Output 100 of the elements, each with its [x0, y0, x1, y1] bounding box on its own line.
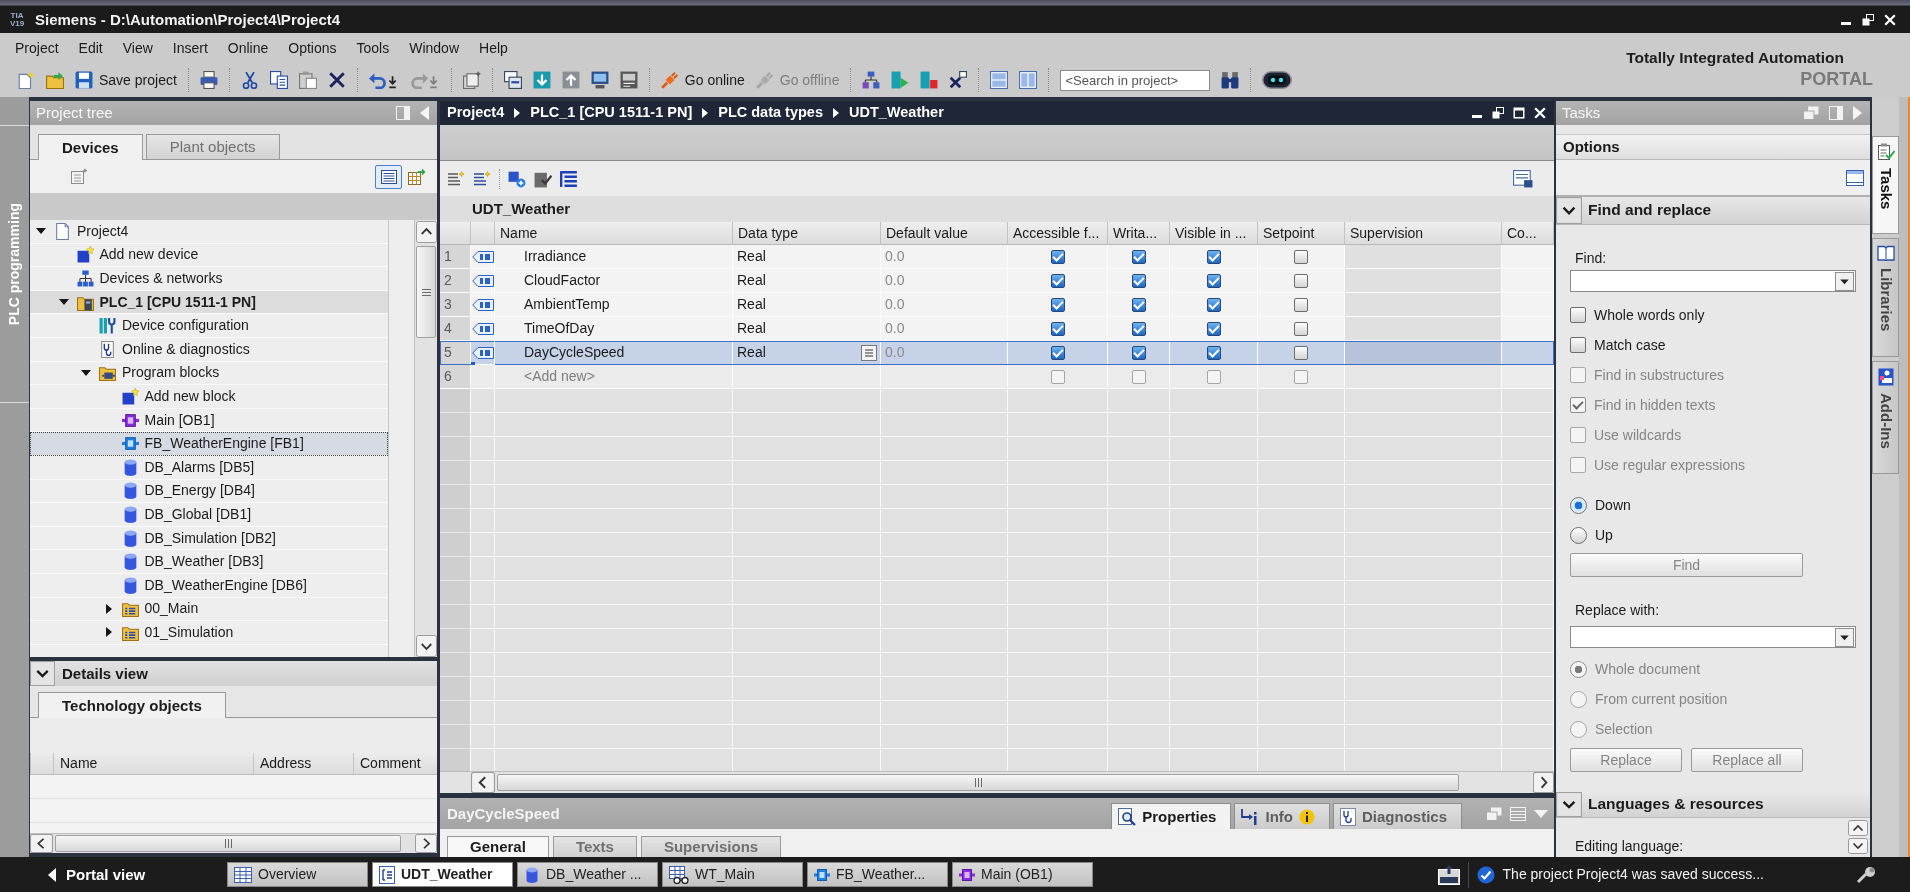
- scroll-down-icon[interactable]: [415, 635, 437, 657]
- key-icon[interactable]: [1856, 865, 1878, 884]
- tree-item[interactable]: Devices & networks: [30, 267, 388, 291]
- list-view-button[interactable]: [375, 164, 402, 189]
- tree-item[interactable]: DB_Simulation [DB2]: [30, 526, 388, 551]
- side-tab[interactable]: Libraries: [1872, 238, 1899, 357]
- table-row[interactable]: 1 Irradiance Real 0.0: [440, 245, 1554, 269]
- tree-item[interactable]: Project4: [30, 220, 388, 244]
- delete-icon[interactable]: [327, 71, 346, 89]
- column-header[interactable]: Visible in ...: [1170, 222, 1258, 244]
- inspector-subtab[interactable]: Texts: [552, 836, 637, 857]
- save-project-button[interactable]: Save project: [75, 68, 177, 92]
- chevron-icon[interactable]: [1556, 197, 1582, 224]
- tree-item[interactable]: DB_Weather [DB3]: [30, 550, 388, 574]
- breadcrumb-item[interactable]: Project4: [447, 104, 505, 122]
- copy-icon[interactable]: [269, 71, 288, 89]
- split-horizontal-icon[interactable]: [990, 71, 1009, 89]
- table-row[interactable]: 4 TimeOfDay Real 0.0: [440, 317, 1554, 341]
- panel-tab[interactable]: Plant objects: [145, 134, 280, 159]
- split-vertical-icon[interactable]: [1019, 71, 1038, 89]
- list-icon[interactable]: [560, 169, 578, 188]
- column-header[interactable]: Name: [53, 753, 253, 774]
- column-header[interactable]: Co...: [1502, 222, 1554, 244]
- expanded-arrow-icon[interactable]: [81, 369, 91, 376]
- collapsed-arrow-icon[interactable]: [105, 627, 112, 638]
- menu-item[interactable]: Tools: [346, 36, 400, 60]
- menu-item[interactable]: Online: [217, 36, 279, 60]
- menu-item[interactable]: Help: [469, 36, 518, 60]
- inspector-tab[interactable]: Properties: [1111, 803, 1232, 829]
- taskbar-tab[interactable]: DB_Weather ...: [517, 862, 658, 887]
- side-tab[interactable]: Add-Ins: [1872, 360, 1899, 474]
- visible-checkbox[interactable]: [1206, 249, 1221, 264]
- radio-button[interactable]: [1570, 496, 1587, 514]
- tree-item[interactable]: PLC_1 [CPU 1511-1 PN]: [30, 290, 388, 315]
- visible-checkbox[interactable]: [1206, 297, 1221, 312]
- computer-icon[interactable]: [590, 71, 609, 89]
- taskbar-tab[interactable]: Overview: [227, 862, 368, 887]
- close-icon[interactable]: [1534, 107, 1546, 119]
- panel-tab[interactable]: Technology objects: [38, 692, 226, 718]
- menu-item[interactable]: Insert: [162, 36, 218, 60]
- taskbar-tab[interactable]: Main (OB1): [952, 862, 1093, 887]
- undo-icon[interactable]: [368, 71, 399, 89]
- robot-icon[interactable]: [1262, 71, 1293, 89]
- visible-checkbox[interactable]: [1206, 321, 1221, 336]
- column-header[interactable]: Comment: [353, 753, 437, 774]
- checkbox[interactable]: [1570, 307, 1586, 323]
- search-field[interactable]: <Search in project>: [1060, 69, 1211, 91]
- open-folder-icon[interactable]: [46, 71, 64, 89]
- panel-icon[interactable]: [619, 71, 638, 89]
- print-icon[interactable]: [199, 71, 218, 89]
- radio-button[interactable]: [1570, 526, 1587, 544]
- setpoint-checkbox[interactable]: [1294, 273, 1308, 288]
- breadcrumb-item[interactable]: PLC_1 [CPU 1511-1 PN]: [530, 104, 693, 122]
- menu-item[interactable]: Edit: [68, 36, 113, 60]
- expanded-arrow-icon[interactable]: [36, 228, 46, 235]
- scroll-right-icon[interactable]: [415, 834, 437, 853]
- taskbar-tab[interactable]: UDT_Weather: [372, 862, 513, 887]
- writable-checkbox[interactable]: [1131, 249, 1146, 264]
- setpoint-checkbox[interactable]: [1294, 369, 1308, 384]
- setpoint-checkbox[interactable]: [1294, 249, 1308, 264]
- breadcrumb-item[interactable]: PLC data types: [718, 104, 823, 122]
- tree-item[interactable]: Program blocks: [30, 361, 388, 386]
- accessible-checkbox[interactable]: [1050, 297, 1065, 312]
- inspector-subtab[interactable]: Supervisions: [640, 836, 782, 857]
- tree-item[interactable]: Online & diagnostics: [30, 337, 388, 362]
- scroll-right-icon[interactable]: [1533, 772, 1554, 793]
- writable-checkbox[interactable]: [1131, 345, 1146, 360]
- visible-checkbox[interactable]: [1206, 345, 1221, 360]
- tree-item[interactable]: DB_Alarms [DB5]: [30, 455, 388, 480]
- checkbox[interactable]: [1570, 337, 1586, 353]
- binoculars-icon[interactable]: [1221, 71, 1240, 89]
- go-online-button[interactable]: Go online: [660, 68, 745, 92]
- paste-icon[interactable]: [298, 71, 317, 89]
- writable-checkbox[interactable]: [1131, 297, 1146, 312]
- scroll-up-icon[interactable]: [1848, 820, 1868, 836]
- tree-item[interactable]: 01_Simulation: [30, 621, 388, 645]
- column-header[interactable]: Supervision: [1345, 222, 1502, 244]
- upload-icon[interactable]: [561, 71, 580, 89]
- side-tab[interactable]: Tasks: [1872, 136, 1899, 235]
- tree-item[interactable]: 00_Main: [30, 597, 388, 622]
- table-row[interactable]: 2 CloudFactor Real 0.0: [440, 269, 1554, 293]
- breadcrumb-item[interactable]: UDT_Weather: [848, 104, 944, 122]
- maximize-icon[interactable]: [1513, 107, 1525, 119]
- stacked-pages-icon[interactable]: [462, 71, 481, 89]
- window-arrow-icon[interactable]: [1437, 864, 1460, 885]
- menu-item[interactable]: View: [112, 36, 163, 60]
- expanded-arrow-icon[interactable]: [58, 299, 69, 306]
- tree-item[interactable]: DB_WeatherEngine [DB6]: [30, 573, 388, 598]
- scroll-up-icon[interactable]: [415, 221, 437, 243]
- tree-item[interactable]: DB_Global [DB1]: [30, 503, 388, 527]
- start-icon[interactable]: [891, 71, 910, 89]
- block-add-icon[interactable]: [508, 169, 526, 188]
- menu-item[interactable]: Project: [5, 36, 69, 60]
- new-group-icon[interactable]: [70, 167, 88, 186]
- collapsed-arrow-icon[interactable]: [105, 603, 112, 614]
- setpoint-checkbox[interactable]: [1294, 297, 1308, 312]
- restore-icon[interactable]: [1862, 13, 1874, 26]
- download-icon[interactable]: [532, 71, 551, 89]
- chevron-icon[interactable]: [30, 661, 55, 686]
- window-stack-icon[interactable]: [503, 71, 522, 89]
